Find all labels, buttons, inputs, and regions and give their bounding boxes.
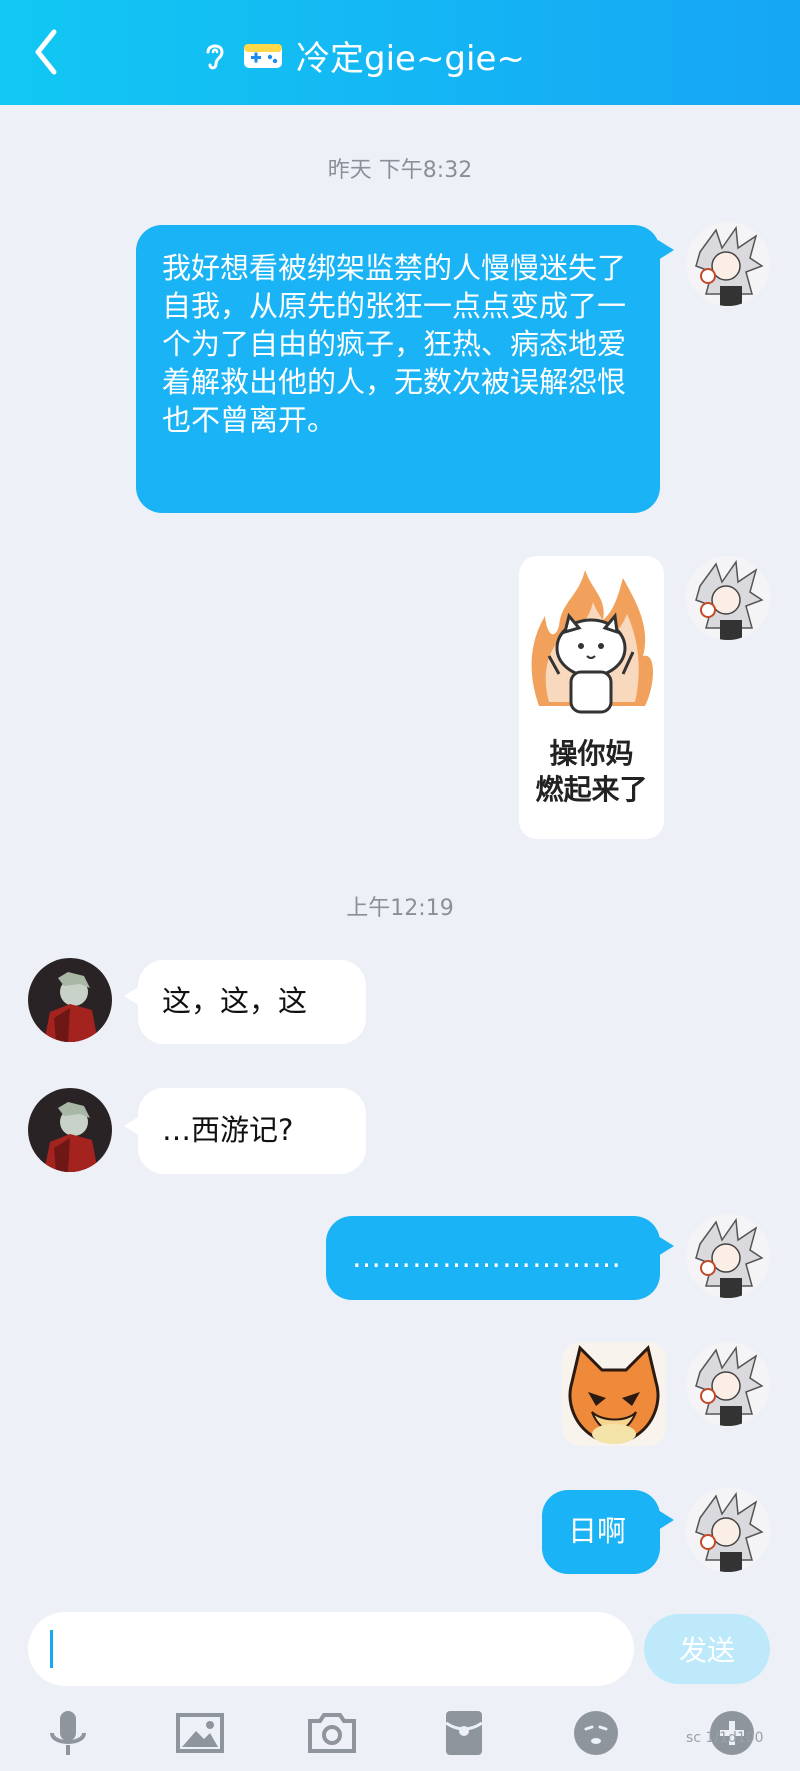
- self-avatar[interactable]: [686, 556, 770, 640]
- message-bubble-outgoing[interactable]: 日啊: [542, 1490, 660, 1574]
- bubble-tail: [658, 1510, 674, 1530]
- contact-avatar[interactable]: [28, 958, 112, 1042]
- back-button[interactable]: [22, 22, 72, 82]
- ear-icon[interactable]: [200, 38, 230, 72]
- self-avatar[interactable]: [686, 1214, 770, 1298]
- game-status-icon: [244, 44, 282, 68]
- message-text: 我好想看被绑架监禁的人慢慢迷失了自我，从原先的张狂一点点变成了一个为了自由的疯子…: [162, 251, 627, 437]
- text-caret: [50, 1630, 53, 1668]
- emoji-icon[interactable]: [568, 1705, 624, 1761]
- camera-icon[interactable]: [304, 1705, 360, 1761]
- chevron-left-icon: [35, 29, 57, 75]
- self-avatar[interactable]: [686, 1342, 770, 1426]
- microphone-icon[interactable]: [40, 1705, 96, 1761]
- send-button[interactable]: 发送: [644, 1614, 770, 1684]
- timestamp: 上午12:19: [346, 896, 454, 921]
- watermark: sc 1/1d100: [686, 1730, 764, 1746]
- self-avatar[interactable]: [686, 1488, 770, 1572]
- red-packet-icon[interactable]: [436, 1705, 492, 1761]
- message-text: ………………………: [352, 1240, 622, 1274]
- bubble-tail: [658, 1236, 674, 1256]
- message-bubble-incoming[interactable]: 这，这，这: [138, 960, 366, 1044]
- image-icon[interactable]: [172, 1705, 228, 1761]
- message-bubble-outgoing[interactable]: 我好想看被绑架监禁的人慢慢迷失了自我，从原先的张狂一点点变成了一个为了自由的疯子…: [136, 225, 660, 513]
- sticker-caption-line1: 操你妈: [549, 737, 634, 770]
- sticker-message[interactable]: 操你妈 燃起来了: [519, 556, 664, 839]
- sticker-message[interactable]: [562, 1342, 666, 1446]
- sticker-caption-line2: 燃起来了: [535, 773, 648, 806]
- message-text: …西游记?: [162, 1113, 294, 1147]
- message-bubble-incoming[interactable]: …西游记?: [138, 1088, 366, 1174]
- message-text: 日啊: [568, 1514, 627, 1548]
- title-bar: 冷定gie~gie~: [0, 0, 800, 105]
- message-input[interactable]: [28, 1612, 634, 1686]
- fox-sticker: [568, 1345, 660, 1444]
- message-bubble-outgoing[interactable]: ………………………: [326, 1216, 660, 1300]
- message-text: 这，这，这: [162, 984, 308, 1018]
- timestamp: 昨天 下午8:32: [327, 158, 473, 183]
- bubble-tail: [658, 240, 674, 260]
- flaming-cat-sticker: [531, 570, 653, 714]
- chat-title: 冷定gie~gie~: [296, 38, 525, 79]
- self-avatar[interactable]: [686, 222, 770, 306]
- contact-avatar[interactable]: [28, 1088, 112, 1172]
